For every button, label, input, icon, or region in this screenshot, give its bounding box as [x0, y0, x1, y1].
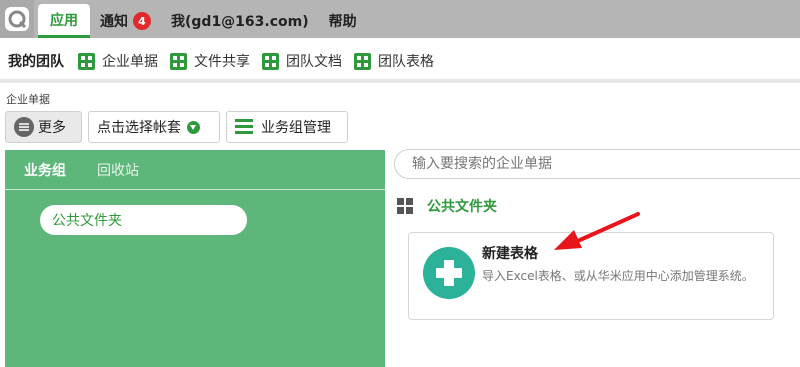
grid-icon [170, 52, 187, 70]
menu-icon [14, 117, 34, 137]
team-title: 我的团队 [8, 54, 64, 70]
grid-icon [78, 52, 95, 70]
breadcrumb: 企业单据 [6, 93, 50, 106]
team-item-file-share[interactable]: 文件共享 [170, 51, 250, 71]
team-nav: 我的团队 企业单据 文件共享 团队文档 团队表格 [0, 44, 800, 78]
team-item-label: 团队文档 [286, 54, 342, 70]
card-title: 新建表格 [482, 246, 538, 262]
folder-header: 公共文件夹 [397, 196, 497, 216]
folder-title: 公共文件夹 [427, 199, 497, 215]
tab-help[interactable]: 帮助 [319, 4, 367, 38]
team-item-label: 团队表格 [378, 54, 434, 70]
apps-icon [397, 198, 413, 214]
grid-icon [262, 52, 279, 70]
tab-label: 应用 [50, 12, 78, 29]
tab-label: 我(gd1@163.com) [171, 14, 309, 30]
top-tab-bar: 应用 通知 4 我(gd1@163.com) 帮助 [0, 0, 800, 38]
grid-icon [354, 52, 371, 70]
tab-recycle-bin[interactable]: 回收站 [97, 160, 139, 180]
tab-account[interactable]: 我(gd1@163.com) [161, 4, 319, 38]
team-item-team-sheets[interactable]: 团队表格 [354, 51, 434, 71]
public-folder-item[interactable]: 公共文件夹 [40, 205, 247, 235]
group-manage-button[interactable]: 业务组管理 [226, 111, 348, 143]
tab-business-group[interactable]: 业务组 [24, 160, 66, 180]
tab-label: 通知 [100, 14, 128, 30]
business-group-panel: 业务组 回收站 公共文件夹 [5, 150, 385, 367]
team-item-label: 企业单据 [102, 54, 158, 70]
tab-apps[interactable]: 应用 [38, 4, 90, 38]
search-input[interactable] [394, 149, 800, 179]
tab-label: 帮助 [328, 14, 357, 30]
app-logo[interactable] [0, 0, 34, 38]
more-label: 更多 [38, 120, 66, 136]
notification-count-badge: 4 [133, 12, 151, 30]
group-manage-label: 业务组管理 [261, 120, 331, 136]
team-item-team-docs[interactable]: 团队文档 [262, 51, 342, 71]
account-select-label: 点击选择帐套 [97, 120, 181, 136]
folder-label: 公共文件夹 [52, 213, 122, 229]
chevron-down-icon [187, 120, 200, 134]
card-description: 导入Excel表格、或从华米应用中心添加管理系统。 [482, 269, 754, 283]
more-button[interactable]: 更多 [5, 111, 82, 143]
tab-notifications[interactable]: 通知 4 [90, 4, 161, 38]
logo-icon [5, 7, 29, 31]
team-item-enterprise-docs[interactable]: 企业单据 [78, 51, 158, 71]
panel-tabs: 业务组 回收站 [5, 150, 385, 190]
annotation-arrow [554, 212, 640, 250]
divider [0, 79, 800, 83]
list-icon [235, 119, 253, 135]
plus-icon [423, 247, 475, 299]
account-set-select[interactable]: 点击选择帐套 [88, 111, 220, 143]
team-item-label: 文件共享 [194, 54, 250, 70]
